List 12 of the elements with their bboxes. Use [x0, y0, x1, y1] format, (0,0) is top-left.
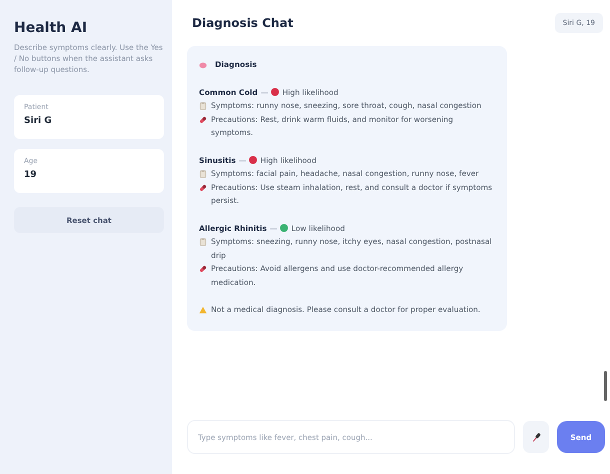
warning-icon: [199, 306, 207, 314]
clipboard-icon: [199, 102, 207, 110]
scrollbar[interactable]: [604, 371, 607, 401]
pill-icon: [199, 265, 207, 273]
microphone-button[interactable]: [523, 421, 549, 453]
pill-icon: [199, 184, 207, 192]
microphone-icon: [530, 432, 542, 442]
chat-title: Diagnosis Chat: [191, 16, 294, 30]
pill-icon: [199, 116, 207, 124]
clipboard-icon: [199, 170, 207, 178]
clipboard-icon: [199, 238, 207, 246]
app-title: Health AI: [14, 20, 88, 36]
